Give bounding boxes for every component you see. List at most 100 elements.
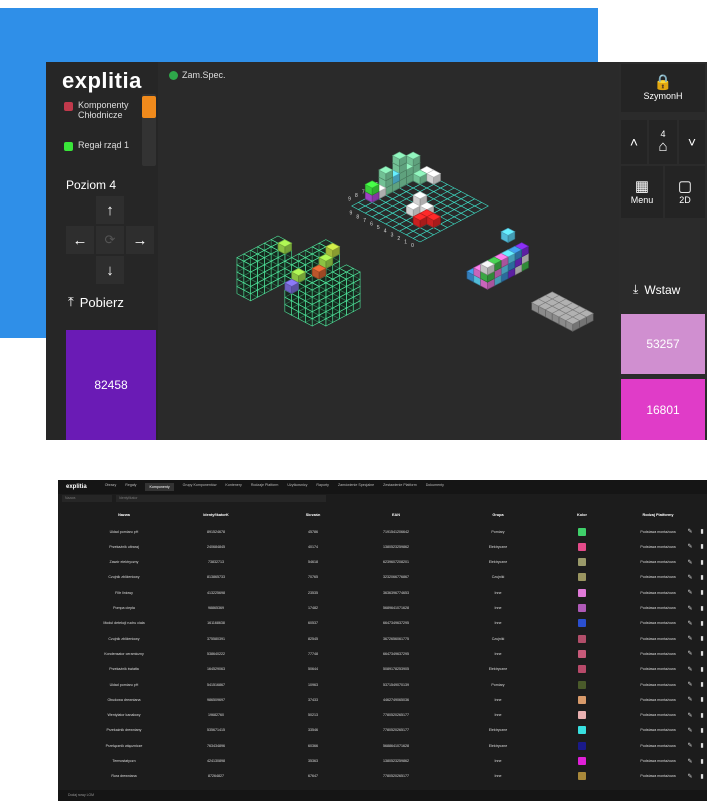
- delete-icon[interactable]: ▮: [698, 631, 706, 646]
- edit-icon[interactable]: ✎: [686, 677, 694, 692]
- table-cell: 7191541206642: [383, 529, 409, 534]
- table-cell: Inne: [494, 774, 502, 779]
- edit-icon[interactable]: ✎: [686, 662, 694, 677]
- delete-icon[interactable]: ▮: [698, 646, 706, 661]
- floor-up-button[interactable]: ˄: [621, 120, 647, 164]
- edit-icon[interactable]: ✎: [686, 601, 694, 616]
- arrow-down-button[interactable]: ↓: [96, 256, 124, 284]
- delete-icon[interactable]: ▮: [698, 708, 706, 723]
- insert-button[interactable]: ⤓ Wstaw: [633, 282, 680, 297]
- color-cell: [567, 708, 597, 723]
- delete-icon[interactable]: ▮: [698, 692, 706, 707]
- filter-identyfikator[interactable]: Identyfikator: [116, 495, 326, 502]
- table-row[interactable]: Filtr liniowy 413225698 23535 3636396774653…: [58, 585, 707, 600]
- tab-4[interactable]: Kontenery: [225, 483, 241, 491]
- delete-icon[interactable]: ▮: [698, 723, 706, 738]
- tab-10[interactable]: Dokumenty: [426, 483, 444, 491]
- delete-icon[interactable]: ▮: [698, 555, 706, 570]
- edit-icon[interactable]: ✎: [686, 524, 694, 539]
- delete-icon[interactable]: ▮: [698, 677, 706, 692]
- delete-icon[interactable]: ▮: [698, 769, 706, 784]
- table-cell: 73832713: [208, 560, 224, 565]
- legend-scrollbar[interactable]: [142, 94, 156, 166]
- tab-2[interactable]: Komponenty: [145, 483, 174, 491]
- table-row[interactable]: Wentylator kanałowy 19682760 50213 77805202…: [58, 708, 707, 723]
- delete-icon[interactable]: ▮: [698, 738, 706, 753]
- edit-icon[interactable]: ✎: [686, 646, 694, 661]
- edit-icon[interactable]: ✎: [686, 754, 694, 769]
- arrow-left-button[interactable]: ←: [66, 226, 94, 254]
- edit-icon[interactable]: ✎: [686, 769, 694, 784]
- legend-item-chlodnicze[interactable]: Komponenty Chłodnicze: [64, 100, 136, 120]
- column-header[interactable]: Skrzaśn: [278, 508, 348, 522]
- stat-tile-left[interactable]: 82458: [66, 330, 156, 440]
- column-header[interactable]: EAN: [356, 508, 436, 522]
- table-row[interactable]: Rura drewniana 87264827 67647 7780520265177…: [58, 769, 707, 784]
- arrow-up-button[interactable]: ↑: [96, 196, 124, 224]
- floor-down-button[interactable]: ˅: [679, 120, 705, 164]
- table-row[interactable]: Pompa ciepła 98865369 17482 5689641071628 In…: [58, 601, 707, 616]
- delete-icon[interactable]: ▮: [698, 539, 706, 554]
- delete-icon[interactable]: ▮: [698, 616, 706, 631]
- table-cell: 77748: [308, 651, 318, 656]
- edit-icon[interactable]: ✎: [686, 723, 694, 738]
- left-panel: explitia Komponenty Chłodnicze Regał rzą…: [46, 62, 158, 440]
- user-account-button[interactable]: 🔒 SzymonH: [621, 64, 705, 112]
- menu-button[interactable]: ▦ Menu: [621, 166, 663, 218]
- edit-icon[interactable]: ✎: [686, 570, 694, 585]
- table-footer[interactable]: Dodaj nowy LOM: [58, 790, 707, 801]
- column-header[interactable]: Rodzaj Platformy: [618, 508, 698, 522]
- edit-icon[interactable]: ✎: [686, 738, 694, 753]
- delete-icon[interactable]: ▮: [698, 662, 706, 677]
- stat-tile-bottom[interactable]: 16801: [621, 379, 705, 440]
- edit-icon[interactable]: ✎: [686, 692, 694, 707]
- filter-nazwa[interactable]: Nazwa: [62, 495, 112, 502]
- table-row[interactable]: Przełącznik włącznicze 763434896 60366 5688…: [58, 738, 707, 753]
- stat-tile-top[interactable]: 53257: [621, 314, 705, 374]
- tab-6[interactable]: Użytkownicy: [287, 483, 307, 491]
- edit-icon[interactable]: ✎: [686, 631, 694, 646]
- tab-0[interactable]: Obrazy: [105, 483, 117, 491]
- column-header[interactable]: Kolor: [567, 508, 597, 522]
- edit-icon[interactable]: ✎: [686, 539, 694, 554]
- delete-icon[interactable]: ▮: [698, 585, 706, 600]
- legend-item-regal[interactable]: Regał rząd 1: [64, 140, 136, 151]
- table-row[interactable]: Kondensator ceramiczny 538640222 77748 6647…: [58, 646, 707, 661]
- table-row[interactable]: Przekaźnik drewniany 535671415 33546 778052…: [58, 723, 707, 738]
- table-cell: 541516867: [207, 682, 225, 687]
- delete-icon[interactable]: ▮: [698, 570, 706, 585]
- download-button[interactable]: ⤒ Pobierz: [68, 294, 124, 310]
- column-header[interactable]: IdentyfikatorK: [176, 508, 256, 522]
- tab-3[interactable]: Grupy Komponentów: [183, 483, 217, 491]
- arrow-right-button[interactable]: →: [126, 226, 154, 254]
- grid-label: 1: [404, 239, 407, 245]
- tab-9[interactable]: Zestawienie Platform: [383, 483, 417, 491]
- edit-icon[interactable]: ✎: [686, 616, 694, 631]
- scroll-thumb[interactable]: [142, 96, 156, 118]
- tab-1[interactable]: Regały: [125, 483, 136, 491]
- tab-7[interactable]: Raporty: [316, 483, 329, 491]
- column-header[interactable]: Nazwa: [79, 508, 169, 522]
- tab-5[interactable]: Rodzaje Platform: [251, 483, 279, 491]
- table-row[interactable]: Układ pomiaru pH 541516867 10963 5371549070…: [58, 677, 707, 692]
- table-row[interactable]: Zawór elektryczny 73832713 54618 6239607208…: [58, 555, 707, 570]
- table-row[interactable]: Termostatyczn 424130898 35363 1380523259862…: [58, 754, 707, 769]
- delete-icon[interactable]: ▮: [698, 601, 706, 616]
- table-row[interactable]: Czujnik zbliżeniowy 375580391 82545 3672656…: [58, 631, 707, 646]
- column-header[interactable]: Grupa: [463, 508, 533, 522]
- reset-view-icon[interactable]: ⟳: [96, 226, 124, 254]
- table-row[interactable]: Obudowa drewniana 986509697 37433 446274906…: [58, 692, 707, 707]
- table-row[interactable]: Moduł detekcji ruchu ciała 161168638 60537…: [58, 616, 707, 631]
- tab-8[interactable]: Zamówienie Specjalne: [338, 483, 374, 491]
- delete-icon[interactable]: ▮: [698, 524, 706, 539]
- table-row[interactable]: Przekaźnik światła 164529063 50644 50891782…: [58, 662, 707, 677]
- view-2d-button[interactable]: ▢ 2D: [665, 166, 705, 218]
- table-row[interactable]: Czujnik zbliżeniowy 813865733 70765 3232066…: [58, 570, 707, 585]
- table-row[interactable]: Układ pomiaru pH 891524678 45786 7191541206…: [58, 524, 707, 539]
- edit-icon[interactable]: ✎: [686, 555, 694, 570]
- edit-icon[interactable]: ✎: [686, 708, 694, 723]
- delete-icon[interactable]: ▮: [698, 754, 706, 769]
- edit-icon[interactable]: ✎: [686, 585, 694, 600]
- table-row[interactable]: Przekaźnik ultraraj 240684845 40174 1380523…: [58, 539, 707, 554]
- 3d-viewport[interactable]: 01234567899876543210: [158, 82, 618, 440]
